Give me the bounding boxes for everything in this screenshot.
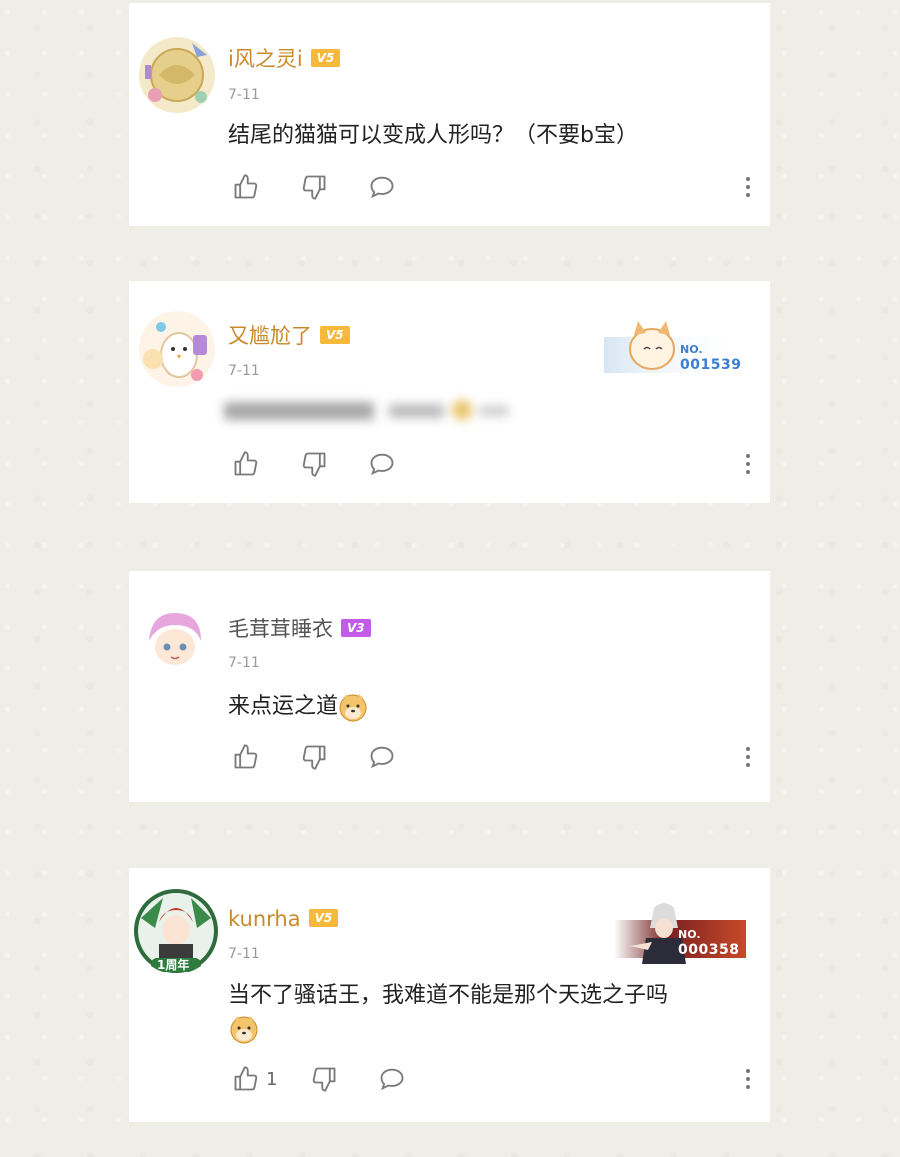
doge-emoji-icon	[230, 1016, 258, 1044]
thumbs-up-icon	[234, 174, 258, 199]
comment-text: 当不了骚话王，我难道不能是那个天选之子吗	[228, 983, 669, 1008]
thumbs-down-icon	[312, 1067, 336, 1092]
reply-button[interactable]	[368, 743, 398, 773]
like-count: 1	[266, 1069, 278, 1090]
comment-card: 又尴尬了 V5 NO. 001539 7-11	[129, 281, 770, 503]
more-button[interactable]	[738, 743, 758, 773]
thumbs-up-icon	[234, 1066, 258, 1091]
comment-icon	[370, 176, 394, 199]
blurred-comment-text	[224, 396, 514, 428]
username[interactable]: 毛茸茸睡衣 V3	[228, 616, 371, 642]
level-badge: V5	[308, 909, 339, 927]
comment-card: 1周年 kunrha V5 NO. 000358 7-11 当不了骚话王，我难道不…	[129, 868, 770, 1122]
username[interactable]: kunrha V5	[228, 906, 339, 932]
more-vertical-icon	[738, 747, 758, 767]
reply-button[interactable]	[368, 173, 398, 203]
fan-badge-label: NO.	[678, 928, 701, 941]
thumbs-down-icon	[302, 175, 326, 200]
fan-badge[interactable]: NO. 000358	[594, 898, 749, 966]
comment-date: 7-11	[228, 946, 260, 962]
comment-date: 7-11	[228, 655, 260, 671]
dislike-button[interactable]	[300, 450, 330, 480]
fan-badge-number: 000358	[678, 942, 740, 958]
comment-text: 结尾的猫猫可以变成人形吗？（不要b宝）	[228, 123, 638, 148]
fan-badge-number: 001539	[680, 357, 742, 373]
fan-badge[interactable]: NO. 001539	[604, 319, 744, 377]
comment-text: 来点运之道	[228, 691, 368, 723]
comment-icon	[370, 453, 394, 476]
thumbs-up-icon	[234, 744, 258, 769]
comment-date: 7-11	[228, 87, 260, 103]
comment-icon	[380, 1068, 404, 1091]
more-button[interactable]	[738, 173, 758, 203]
comment-actions	[228, 743, 758, 773]
level-badge: V5	[320, 326, 350, 344]
comment-text-content: 来点运之道	[228, 694, 339, 719]
comment-card: i风之灵i V5 7-11 结尾的猫猫可以变成人形吗？（不要b宝）	[129, 3, 770, 226]
username[interactable]: i风之灵i V5	[228, 46, 341, 72]
dislike-button[interactable]	[310, 1065, 340, 1095]
username-text[interactable]: kunrha	[228, 907, 301, 931]
comment-actions	[228, 173, 758, 203]
reply-button[interactable]	[368, 450, 398, 480]
dislike-button[interactable]	[300, 173, 330, 203]
like-button[interactable]	[232, 743, 262, 773]
like-button[interactable]	[232, 450, 262, 480]
username-text[interactable]: i风之灵i	[228, 47, 303, 71]
avatar[interactable]	[137, 309, 217, 389]
more-vertical-icon	[738, 1069, 758, 1089]
like-button[interactable]	[232, 173, 262, 203]
username[interactable]: 又尴尬了 V5	[228, 323, 350, 349]
level-badge: V5	[310, 49, 341, 67]
fan-badge-label: NO.	[680, 343, 703, 356]
like-button[interactable]	[232, 1065, 262, 1095]
thumbs-up-icon	[234, 451, 258, 476]
more-vertical-icon	[738, 454, 758, 474]
comment-card: 毛茸茸睡衣 V3 7-11 来点运之道	[129, 571, 770, 802]
level-badge: V3	[341, 619, 371, 637]
reply-button[interactable]	[378, 1065, 408, 1095]
comment-actions: 1	[228, 1065, 758, 1095]
comment-icon	[370, 746, 394, 769]
avatar[interactable]: 1周年	[133, 888, 219, 974]
username-text[interactable]: 又尴尬了	[228, 324, 312, 348]
dislike-button[interactable]	[300, 743, 330, 773]
comment-actions	[228, 450, 758, 480]
avatar-anniversary-label: 1周年	[157, 958, 190, 972]
avatar[interactable]	[143, 607, 207, 671]
thumbs-down-icon	[302, 745, 326, 770]
username-text[interactable]: 毛茸茸睡衣	[228, 617, 333, 641]
comment-date: 7-11	[228, 363, 260, 379]
avatar[interactable]	[137, 35, 217, 115]
more-button[interactable]	[738, 1065, 758, 1095]
thumbs-down-icon	[302, 452, 326, 477]
doge-emoji-icon	[339, 694, 367, 722]
more-vertical-icon	[738, 177, 758, 197]
more-button[interactable]	[738, 450, 758, 480]
